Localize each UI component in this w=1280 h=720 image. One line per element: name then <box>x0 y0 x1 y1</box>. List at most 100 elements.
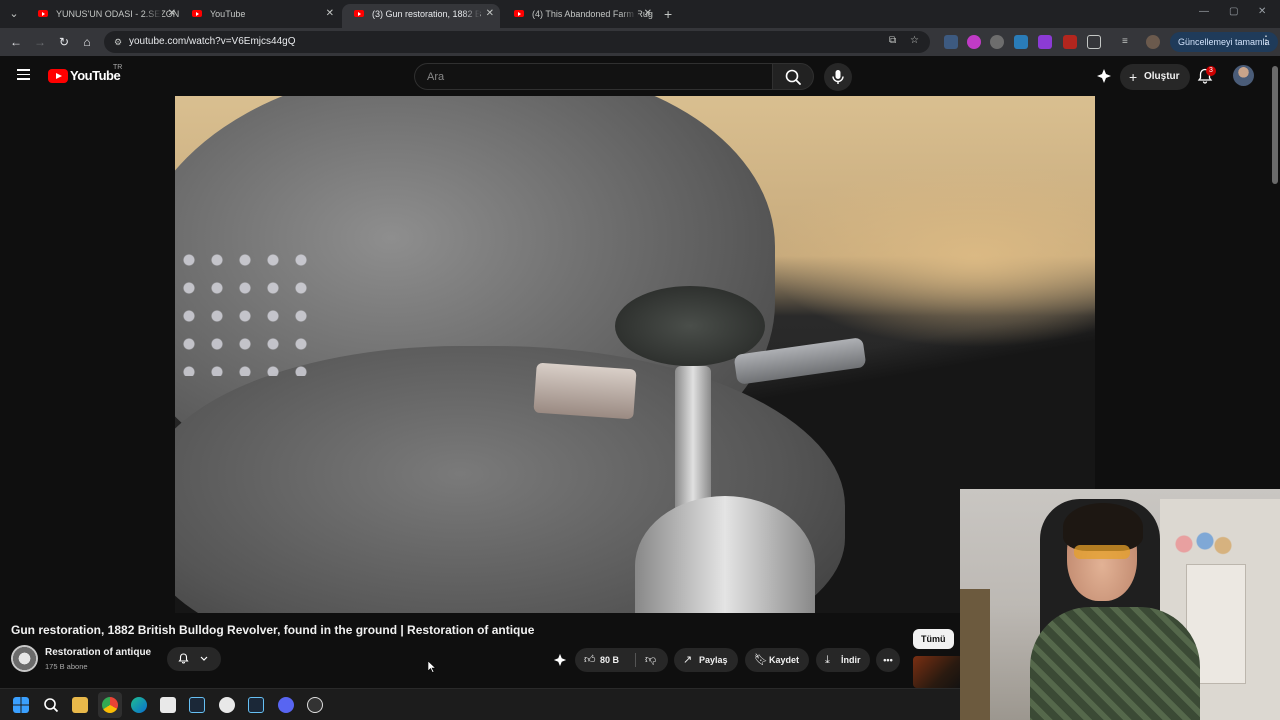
thumbs-down-icon: 👎︎ <box>645 654 657 666</box>
extension-icon[interactable] <box>1063 35 1077 49</box>
browser-tab-4[interactable]: (4) This Abandoned Farm Rug ✕ <box>502 4 658 28</box>
install-app-icon[interactable]: ⧉ <box>889 35 896 46</box>
extension-icon[interactable] <box>944 35 958 49</box>
maximize-icon[interactable]: ▢ <box>1229 6 1238 17</box>
address-bar[interactable]: ⚙ youtube.com/watch?v=V6Emjcs44gQ ⧉ ☆ <box>104 31 930 53</box>
app-icon[interactable] <box>307 697 323 713</box>
extension-icon[interactable] <box>1038 35 1052 49</box>
tab-close-icon[interactable]: ✕ <box>168 4 176 24</box>
account-avatar[interactable] <box>1233 65 1254 86</box>
save-label: Kaydet <box>769 655 800 665</box>
youtube-favicon-icon <box>38 10 48 17</box>
youtube-logo-icon[interactable] <box>48 69 68 83</box>
browser-tab-1[interactable]: YUNUS'UN ODASI - 2.SEZON 8 ✕ <box>26 4 182 28</box>
like-count: 80 B <box>600 655 620 665</box>
notification-badge: 3 <box>1206 66 1216 76</box>
more-actions-button[interactable]: ••• <box>876 648 900 672</box>
scrollbar-thumb[interactable] <box>1272 66 1278 184</box>
create-label: Oluştur <box>1144 71 1180 82</box>
video-title: Gun restoration, 1882 British Bulldog Re… <box>11 623 535 637</box>
browser-menu-icon[interactable]: ⋮ <box>1260 33 1272 47</box>
voice-search-button[interactable] <box>824 63 852 91</box>
tab-search-menu-icon[interactable]: ⌄ <box>6 6 22 22</box>
recommended-video-thumbnail[interactable] <box>913 656 963 688</box>
tab-title: YouTube <box>210 9 246 19</box>
youtube-favicon-icon <box>192 10 202 17</box>
youtube-favicon-icon <box>354 10 364 17</box>
chrome-icon[interactable] <box>102 697 118 713</box>
discord-icon[interactable] <box>278 697 294 713</box>
steam-secondary-icon[interactable] <box>248 697 264 713</box>
reading-list-icon[interactable]: ≡ <box>1122 35 1136 49</box>
like-dislike-group: 👍︎ 80 B 👎︎ <box>575 648 668 672</box>
edge-icon[interactable] <box>131 697 147 713</box>
subscribed-notifications-button[interactable] <box>167 647 221 671</box>
download-button[interactable]: ⤓ İndir <box>816 648 870 672</box>
video-frame-tool-shaft <box>675 366 711 516</box>
minimize-icon[interactable]: — <box>1199 6 1209 17</box>
browser-tab-3-active[interactable]: (3) Gun restoration, 1882 B ✕ <box>342 4 500 28</box>
site-info-icon[interactable]: ⚙ <box>112 36 124 48</box>
video-player[interactable] <box>175 96 1095 613</box>
webcam-background-toys <box>1172 529 1232 559</box>
close-window-icon[interactable]: ✕ <box>1258 6 1266 17</box>
extensions-puzzle-icon[interactable] <box>1087 35 1101 49</box>
plus-icon: + <box>1129 69 1138 85</box>
channel-name[interactable]: Restoration of antique <box>45 647 151 658</box>
microphone-icon <box>832 70 844 84</box>
search-button[interactable] <box>772 63 814 90</box>
browser-tab-2[interactable]: YouTube ✕ <box>180 4 340 28</box>
ask-ai-sparkle-icon[interactable] <box>553 653 567 667</box>
search-input[interactable] <box>427 69 757 85</box>
extension-icon[interactable] <box>967 35 981 49</box>
forward-icon[interactable]: → <box>32 34 48 50</box>
thumbs-up-icon: 👍︎ <box>584 654 596 666</box>
country-code: TR <box>113 64 123 71</box>
bookmark-star-icon[interactable]: ☆ <box>910 35 919 46</box>
taskbar-search-icon[interactable] <box>43 697 59 713</box>
steam-icon[interactable] <box>189 697 205 713</box>
download-icon: ⤓ <box>825 654 830 666</box>
file-explorer-icon[interactable] <box>72 697 88 713</box>
webcam-background-left <box>960 589 990 720</box>
windows-taskbar <box>0 688 960 720</box>
tab-close-icon[interactable]: ✕ <box>644 4 652 24</box>
video-frame-glove-grip <box>175 246 315 376</box>
search-icon <box>785 69 801 85</box>
save-button[interactable]: 🔖︎ Kaydet <box>745 648 809 672</box>
guide-menu-icon[interactable] <box>17 69 30 80</box>
microsoft-store-icon[interactable] <box>160 697 176 713</box>
new-tab-icon[interactable]: + <box>664 6 672 22</box>
channel-avatar[interactable] <box>11 645 38 672</box>
browser-toolbar: ← → ↻ ⌂ ⚙ youtube.com/watch?v=V6Emjcs44g… <box>0 28 1280 56</box>
webcam-overlay <box>960 489 1280 720</box>
url-text[interactable]: youtube.com/watch?v=V6Emjcs44gQ <box>129 36 295 47</box>
bookmark-icon: 🔖︎ <box>754 654 768 666</box>
dislike-button[interactable]: 👎︎ <box>636 648 668 672</box>
download-label: İndir <box>841 655 861 665</box>
extension-icon[interactable] <box>1014 35 1028 49</box>
browser-profile-icon[interactable] <box>1146 35 1160 49</box>
home-icon[interactable]: ⌂ <box>79 34 95 50</box>
browser-tab-bar: ⌄ YUNUS'UN ODASI - 2.SEZON 8 ✕ YouTube ✕… <box>0 0 1280 28</box>
subscriber-count: 175 B abone <box>45 662 88 671</box>
filter-chip-all[interactable]: Tümü <box>913 629 954 649</box>
video-frame-metal-part <box>533 362 637 420</box>
ai-sparkle-icon[interactable] <box>1096 68 1112 84</box>
tab-close-icon[interactable]: ✕ <box>486 4 494 24</box>
mouse-cursor-icon <box>428 661 436 673</box>
more-dots-icon: ••• <box>883 655 893 665</box>
back-icon[interactable]: ← <box>8 34 24 50</box>
webcam-person-hair <box>1063 503 1143 551</box>
tab-close-icon[interactable]: ✕ <box>326 4 334 24</box>
like-button[interactable]: 👍︎ 80 B <box>575 648 635 672</box>
share-button[interactable]: ↗ Paylaş <box>674 648 738 672</box>
search-field[interactable] <box>414 63 772 90</box>
create-button[interactable]: + Oluştur <box>1120 64 1190 90</box>
extension-icon[interactable] <box>990 35 1004 49</box>
youtube-favicon-icon <box>514 10 524 17</box>
windows-start-icon[interactable] <box>13 697 29 713</box>
yandex-browser-icon[interactable] <box>219 697 235 713</box>
reload-icon[interactable]: ↻ <box>56 34 72 50</box>
webcam-person-glasses <box>1074 545 1130 559</box>
